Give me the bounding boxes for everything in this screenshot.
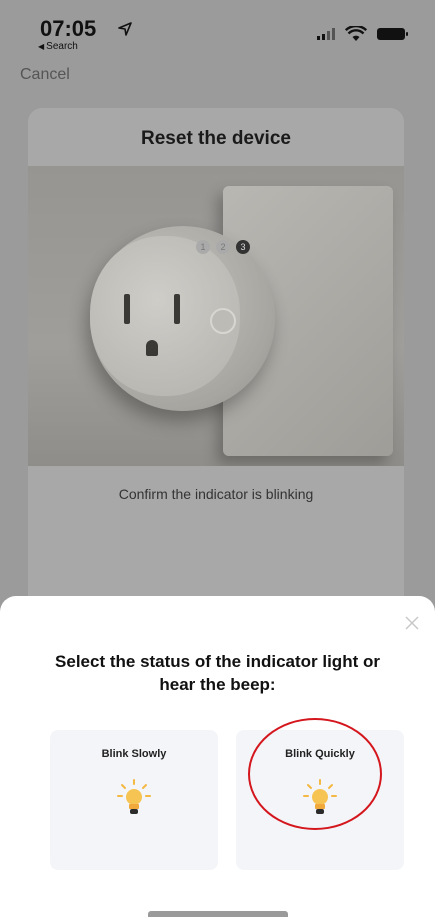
cancel-button[interactable]: Cancel bbox=[20, 66, 70, 84]
close-icon[interactable] bbox=[405, 616, 419, 630]
step-dot-active: 3 bbox=[236, 240, 250, 254]
cellular-signal-icon bbox=[317, 28, 335, 40]
indicator-button-icon bbox=[210, 308, 236, 334]
back-triangle-icon: ◀ bbox=[38, 42, 45, 51]
home-indicator bbox=[148, 911, 288, 917]
step-indicator: 1 2 3 bbox=[196, 240, 250, 254]
confirm-indicator-text: Confirm the indicator is blinking bbox=[118, 486, 314, 502]
status-icons bbox=[317, 26, 408, 42]
back-app-label: Search bbox=[46, 41, 78, 52]
reset-title: Reset the device bbox=[141, 128, 291, 149]
status-bar: 07:05 ◀ Search bbox=[0, 0, 435, 60]
light-bulb-icon bbox=[117, 779, 151, 814]
plug-prong-right bbox=[174, 294, 180, 324]
step-dot: 1 bbox=[196, 240, 210, 254]
location-arrow-icon bbox=[118, 22, 132, 36]
plug-ground-hole bbox=[146, 340, 158, 356]
back-to-app-link[interactable]: ◀ Search bbox=[38, 41, 78, 52]
reset-device-card: Reset the device 1 2 3 Confirm the indic… bbox=[28, 108, 404, 668]
step-dot: 2 bbox=[216, 240, 230, 254]
smart-plug-photo: 1 2 3 bbox=[28, 166, 404, 466]
sheet-title: Select the status of the indicator light… bbox=[55, 652, 380, 694]
plug-prong-left bbox=[124, 294, 130, 324]
battery-icon bbox=[377, 28, 408, 40]
highlight-annotation-circle bbox=[248, 718, 382, 830]
screen: 07:05 ◀ Search Cancel Reset the device 1… bbox=[0, 0, 435, 917]
blink-slowly-option[interactable]: Blink Slowly bbox=[50, 730, 218, 870]
wifi-icon bbox=[345, 26, 367, 41]
status-time: 07:05 bbox=[40, 16, 97, 41]
option-label: Blink Slowly bbox=[101, 748, 167, 760]
